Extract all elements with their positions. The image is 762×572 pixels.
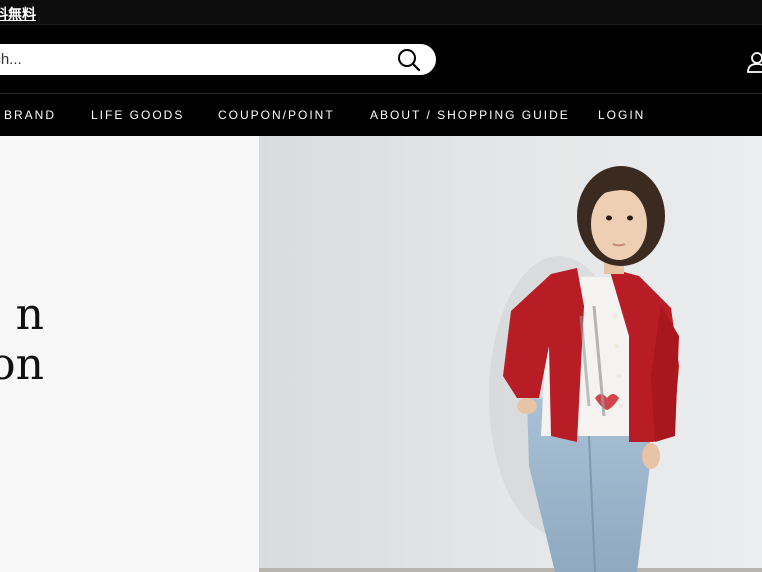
nav-item-life-goods[interactable]: LIFE GOODS [91,108,184,122]
nav-item-brand[interactable]: BRAND [4,108,56,122]
hero-photo-child-red-cardigan [259,136,762,572]
nav-item-coupon-point[interactable]: COUPON/POINT [218,108,335,122]
user-icon [747,52,762,73]
announcement-link[interactable]: 料無料 [0,4,36,24]
hero-title: n on [0,290,44,390]
account-button[interactable] [746,51,762,73]
hero-image[interactable] [259,136,762,572]
nav-item-login[interactable]: LOGIN [598,108,645,122]
search-button[interactable] [396,47,422,73]
hero-title-line-2: on [0,339,44,390]
search-input[interactable] [0,44,380,75]
nav-item-about-shopping-guide[interactable]: ABOUT / SHOPPING GUIDE [370,108,570,122]
announcement-bar: 料無料 [0,0,762,24]
site-header [0,24,762,93]
main-nav: BRAND LIFE GOODS COUPON/POINT ABOUT / SH… [0,93,762,136]
search-icon [398,49,421,72]
search-bar [0,44,436,75]
hero-text-panel: n on [0,136,259,572]
hero-title-line-1: n [15,289,44,340]
